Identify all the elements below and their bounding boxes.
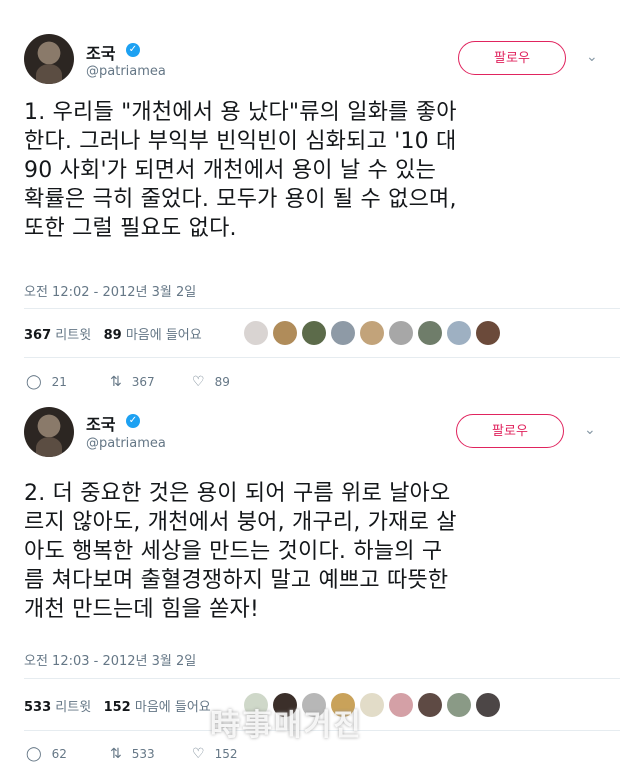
verified-badge-icon: ✓ — [126, 414, 140, 428]
divider — [24, 308, 620, 309]
retweet-action-count: 367 — [131, 375, 155, 389]
chevron-down-icon[interactable]: ⌄ — [586, 49, 598, 65]
engagement-stats: 533 리트윗 152 마음에 들어요 — [24, 696, 211, 715]
avatar[interactable] — [24, 34, 74, 84]
liker-avatar[interactable] — [360, 693, 384, 717]
watermark: 時事매거진 — [210, 708, 363, 743]
liker-avatar[interactable] — [302, 321, 326, 345]
divider — [24, 357, 620, 358]
reply-action[interactable]: ◯ 62 — [26, 746, 67, 762]
liker-avatar[interactable] — [389, 321, 413, 345]
like-action-count: 152 — [214, 747, 238, 761]
liker-avatar[interactable] — [418, 693, 442, 717]
display-name[interactable]: 조국 — [86, 40, 115, 64]
retweet-action[interactable]: ⇅ 367 — [110, 374, 155, 390]
heart-icon: ♡ — [192, 374, 205, 390]
like-count[interactable]: 89 — [104, 328, 122, 343]
like-action-count: 89 — [214, 375, 230, 389]
tweet-text: 2. 더 중요한 것은 용이 되어 구름 위로 날아오 르지 않아도, 개천에서… — [24, 481, 457, 622]
follow-button[interactable]: 팔로우 — [456, 414, 564, 448]
user-handle[interactable]: @patriamea — [86, 64, 166, 79]
avatar[interactable] — [24, 407, 74, 457]
retweet-label[interactable]: 리트윗 — [55, 700, 91, 715]
reply-count: 62 — [51, 747, 67, 761]
like-action[interactable]: ♡ 89 — [192, 374, 230, 390]
follow-button[interactable]: 팔로우 — [458, 41, 566, 75]
retweet-count[interactable]: 533 — [24, 700, 51, 715]
heart-icon: ♡ — [192, 746, 205, 762]
tweet-text: 1. 우리들 "개천에서 용 났다"류의 일화를 좋아 한다. 그러나 부익부 … — [24, 100, 457, 241]
retweet-label[interactable]: 리트윗 — [55, 328, 91, 343]
liker-avatar[interactable] — [447, 321, 471, 345]
liker-avatar[interactable] — [360, 321, 384, 345]
liker-avatar[interactable] — [244, 321, 268, 345]
user-handle[interactable]: @patriamea — [86, 436, 166, 451]
like-label[interactable]: 마음에 들어요 — [135, 700, 211, 715]
like-count[interactable]: 152 — [104, 700, 131, 715]
retweet-icon: ⇅ — [110, 746, 122, 762]
liker-avatar[interactable] — [447, 693, 471, 717]
retweet-action-count: 533 — [131, 747, 155, 761]
reply-count: 21 — [51, 375, 67, 389]
verified-badge-icon: ✓ — [126, 43, 140, 57]
reply-icon: ◯ — [26, 374, 42, 390]
liker-avatar[interactable] — [476, 693, 500, 717]
tweet-timestamp[interactable]: 오전 12:02 - 2012년 3월 2일 — [24, 281, 196, 300]
like-action[interactable]: ♡ 152 — [192, 746, 237, 762]
display-name[interactable]: 조국 — [86, 411, 115, 435]
reply-icon: ◯ — [26, 746, 42, 762]
retweet-action[interactable]: ⇅ 533 — [110, 746, 155, 762]
tweet-timestamp[interactable]: 오전 12:03 - 2012년 3월 2일 — [24, 650, 196, 669]
liker-avatar[interactable] — [389, 693, 413, 717]
engagement-stats: 367 리트윗 89 마음에 들어요 — [24, 324, 202, 343]
liker-avatar[interactable] — [273, 321, 297, 345]
reply-action[interactable]: ◯ 21 — [26, 374, 67, 390]
liker-avatar[interactable] — [418, 321, 442, 345]
retweet-count[interactable]: 367 — [24, 328, 51, 343]
liker-avatar[interactable] — [476, 321, 500, 345]
chevron-down-icon[interactable]: ⌄ — [584, 422, 596, 438]
divider — [24, 678, 620, 679]
like-label[interactable]: 마음에 들어요 — [126, 328, 202, 343]
retweet-icon: ⇅ — [110, 374, 122, 390]
liker-avatar[interactable] — [331, 321, 355, 345]
